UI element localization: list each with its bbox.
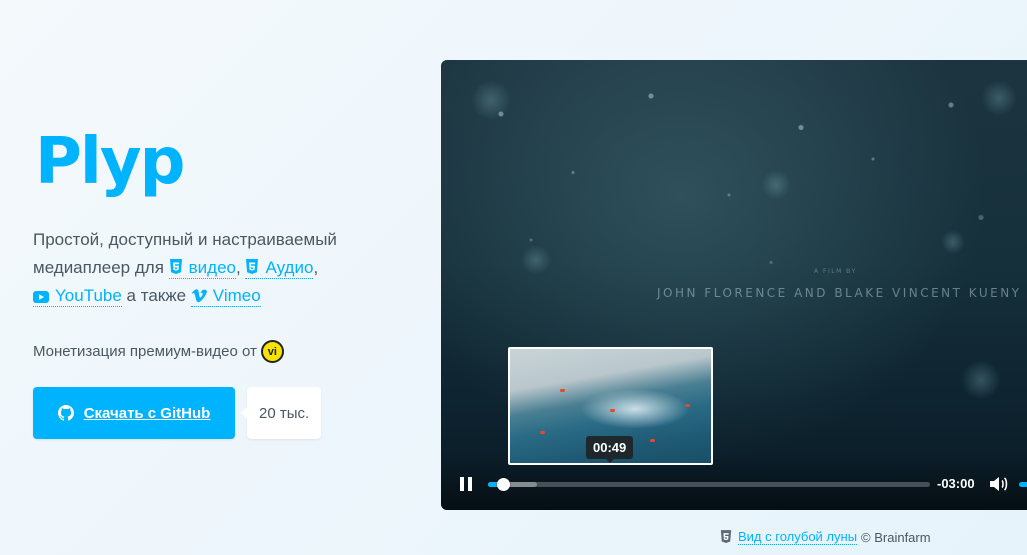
tagline: Простой, доступный и настраиваемый медиа… [33, 226, 393, 310]
download-github-label: Скачать с GitHub [83, 404, 211, 422]
video-player[interactable]: A FILM BY JOHN FLORENCE AND BLAKE VINCEN… [441, 60, 1027, 510]
film-credit-prefix: A FILM BY [814, 268, 857, 275]
volume-icon[interactable] [989, 475, 1009, 493]
preview-surfer [685, 404, 690, 407]
audio-link-label: Аудио [265, 258, 314, 277]
vimeo-link-label: Vimeo [212, 286, 261, 305]
film-credit: JOHN FLORENCE AND BLAKE VINCENT KUENY [657, 286, 1022, 300]
youtube-link[interactable]: YouTube [33, 286, 122, 307]
download-github-button[interactable]: Скачать с GitHub [33, 387, 235, 439]
bokeh-light [521, 245, 551, 275]
video-caption: Вид с голубой луны © Brainfarm [720, 529, 931, 545]
video-link[interactable]: видео [168, 258, 236, 279]
github-stars-count[interactable]: 20 тыс. [240, 387, 322, 439]
youtube-link-label: YouTube [55, 286, 122, 305]
seek-preview-time: 00:49 [586, 436, 634, 463]
bokeh-light [981, 80, 1017, 116]
bokeh-light [761, 170, 791, 200]
audio-link[interactable]: Аудио [245, 258, 314, 279]
tagline-line1: Простой, доступный и настраиваемый [33, 230, 337, 249]
video-link-label: видео [188, 258, 236, 277]
preview-surfer [650, 439, 655, 442]
tagline-prefix: медиаплеер для [33, 258, 164, 277]
vi-logo-icon[interactable]: vi [260, 340, 284, 363]
comma: , [313, 258, 319, 277]
time-remaining: -03:00 [937, 476, 975, 491]
monetization-text: Монетизация премиум-видео от [33, 343, 257, 360]
caption-link[interactable]: Вид с голубой луны [738, 529, 858, 545]
preview-surfer [560, 389, 565, 392]
cta-row: Скачать с GitHub 20 тыс. [33, 387, 393, 439]
html5-icon [169, 259, 182, 274]
vimeo-link[interactable]: Vimeo [190, 286, 261, 307]
bokeh-light [471, 80, 511, 120]
caption-copyright: © Brainfarm [861, 529, 931, 545]
played-bar [488, 482, 497, 487]
seek-bar[interactable] [488, 478, 930, 491]
bokeh-light [961, 360, 1001, 400]
pause-icon[interactable] [458, 476, 474, 492]
seek-thumb[interactable] [496, 478, 510, 491]
html5-icon [720, 530, 732, 543]
vimeo-icon [191, 289, 207, 303]
monetization-line: Монетизация премиум-видео от vi [33, 340, 393, 363]
youtube-icon [33, 291, 49, 303]
hero-section: Plyp Простой, доступный и настраиваемый … [33, 130, 393, 439]
brand-logo: Plyp [35, 125, 185, 199]
bokeh-light [941, 230, 965, 254]
tagline-also: а также [126, 286, 187, 305]
preview-surfer [610, 409, 615, 412]
html5-icon [246, 259, 259, 274]
volume-slider[interactable] [1019, 482, 1027, 487]
github-icon [57, 405, 74, 421]
preview-surfer [540, 431, 545, 434]
preview-wave [580, 389, 690, 429]
comma: , [236, 258, 241, 277]
